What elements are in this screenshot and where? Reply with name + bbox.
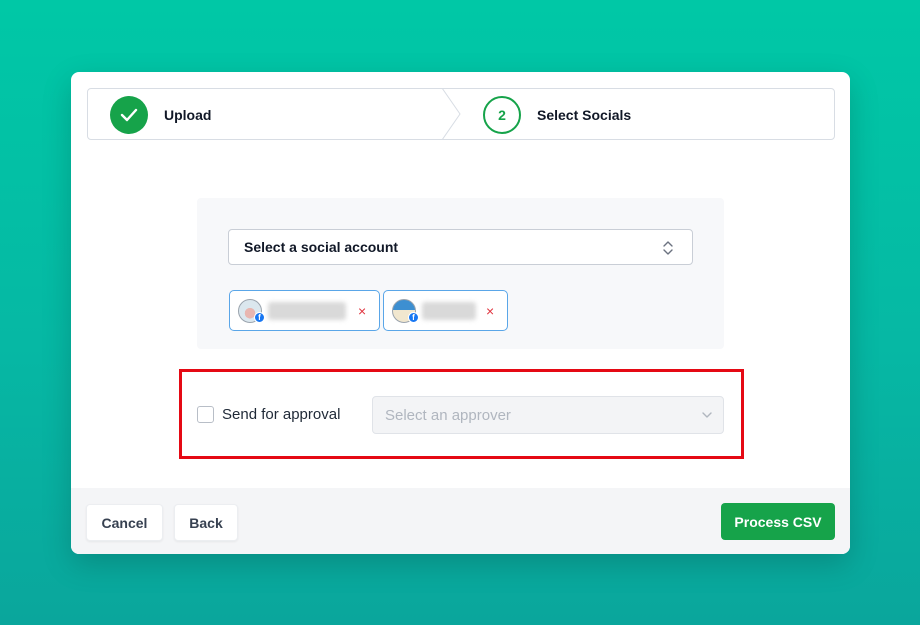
account-name-redacted (268, 302, 346, 320)
social-accounts-panel: Select a social account f × f × (197, 198, 724, 349)
selected-account-chip: f × (383, 290, 508, 331)
facebook-icon: f (408, 312, 419, 323)
remove-account-icon[interactable]: × (358, 303, 366, 319)
step-complete-indicator (110, 96, 148, 134)
account-name-redacted (422, 302, 476, 320)
step-label-select-socials: Select Socials (537, 107, 632, 123)
remove-account-icon[interactable]: × (486, 303, 494, 319)
selected-account-chip: f × (229, 290, 380, 331)
process-csv-button[interactable]: Process CSV (721, 503, 835, 540)
step-select-socials[interactable]: 2 Select Socials (483, 95, 631, 135)
send-for-approval-checkbox[interactable] (197, 406, 214, 423)
send-for-approval-label[interactable]: Send for approval (222, 406, 340, 423)
cancel-button[interactable]: Cancel (86, 504, 163, 541)
modal-footer: Cancel Back Process CSV (71, 488, 850, 554)
checkmark-icon (120, 108, 138, 122)
chevron-up-down-icon (663, 241, 673, 255)
step-upload[interactable]: Upload (110, 95, 211, 135)
csv-import-modal: Upload 2 Select Socials Select a social … (71, 72, 850, 554)
chevron-down-icon (702, 412, 712, 418)
step-number-indicator: 2 (483, 96, 521, 134)
approver-select-placeholder: Select an approver (385, 406, 511, 424)
facebook-icon: f (254, 312, 265, 323)
back-button[interactable]: Back (174, 504, 238, 541)
stepper: Upload 2 Select Socials (87, 88, 835, 140)
step-label-upload: Upload (164, 107, 212, 123)
social-account-select-placeholder: Select a social account (244, 239, 399, 255)
step-divider-arrow (442, 88, 461, 140)
social-account-select[interactable]: Select a social account (228, 229, 693, 265)
approver-select[interactable]: Select an approver (372, 396, 724, 434)
